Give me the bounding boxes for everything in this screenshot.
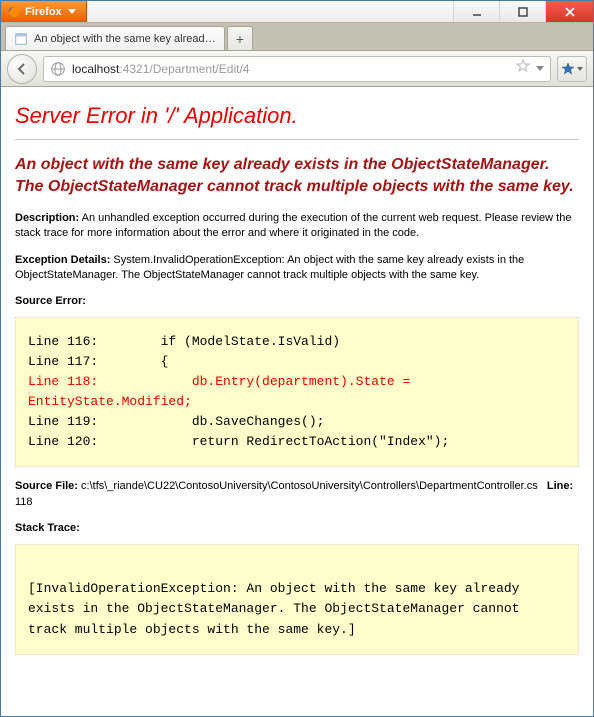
firefox-icon bbox=[7, 5, 21, 19]
chevron-down-icon[interactable] bbox=[536, 66, 544, 71]
exception-details: Exception Details: System.InvalidOperati… bbox=[15, 253, 579, 283]
bookmarks-menu-button[interactable] bbox=[557, 56, 587, 82]
page-content: Server Error in '/' Application. An obje… bbox=[1, 87, 593, 716]
tab-label: An object with the same key already exis… bbox=[34, 33, 216, 45]
navigation-toolbar: localhost:4321/Department/Edit/4 bbox=[1, 51, 593, 87]
close-button[interactable] bbox=[545, 1, 593, 22]
url-text: localhost:4321/Department/Edit/4 bbox=[72, 62, 510, 76]
url-bar[interactable]: localhost:4321/Department/Edit/4 bbox=[43, 56, 551, 82]
minimize-button[interactable] bbox=[453, 1, 499, 22]
error-subheading: An object with the same key already exis… bbox=[15, 154, 579, 197]
error-description: Description: An unhandled exception occu… bbox=[15, 211, 579, 241]
source-file-info: Source File: c:\tfs\_riande\CU22\Contoso… bbox=[15, 479, 579, 510]
bookmark-star-button[interactable] bbox=[516, 59, 530, 78]
app-menu-button[interactable]: Firefox bbox=[1, 1, 87, 22]
back-button[interactable] bbox=[7, 54, 37, 84]
new-tab-button[interactable]: + bbox=[227, 26, 253, 50]
error-heading: Server Error in '/' Application. bbox=[15, 103, 579, 129]
stack-trace-label: Stack Trace: bbox=[15, 522, 579, 534]
divider bbox=[15, 139, 579, 140]
chevron-down-icon bbox=[577, 67, 583, 71]
chevron-down-icon bbox=[68, 9, 76, 14]
window-titlebar: Firefox bbox=[1, 1, 593, 23]
arrow-left-icon bbox=[15, 62, 29, 76]
stack-trace-box: [InvalidOperationException: An object wi… bbox=[15, 544, 579, 655]
tab-active[interactable]: An object with the same key already exis… bbox=[5, 26, 225, 50]
maximize-button[interactable] bbox=[499, 1, 545, 22]
bookmark-filled-icon bbox=[561, 62, 575, 76]
titlebar-spacer[interactable] bbox=[87, 1, 453, 22]
source-error-label: Source Error: bbox=[15, 295, 579, 307]
globe-icon bbox=[50, 61, 66, 77]
tab-strip: An object with the same key already exis… bbox=[1, 23, 593, 51]
window-controls bbox=[453, 1, 593, 22]
source-error-code: Line 116: if (ModelState.IsValid) Line 1… bbox=[15, 317, 579, 468]
app-menu-label: Firefox bbox=[25, 6, 62, 18]
page-favicon-icon bbox=[14, 32, 28, 46]
plus-icon: + bbox=[236, 31, 244, 47]
